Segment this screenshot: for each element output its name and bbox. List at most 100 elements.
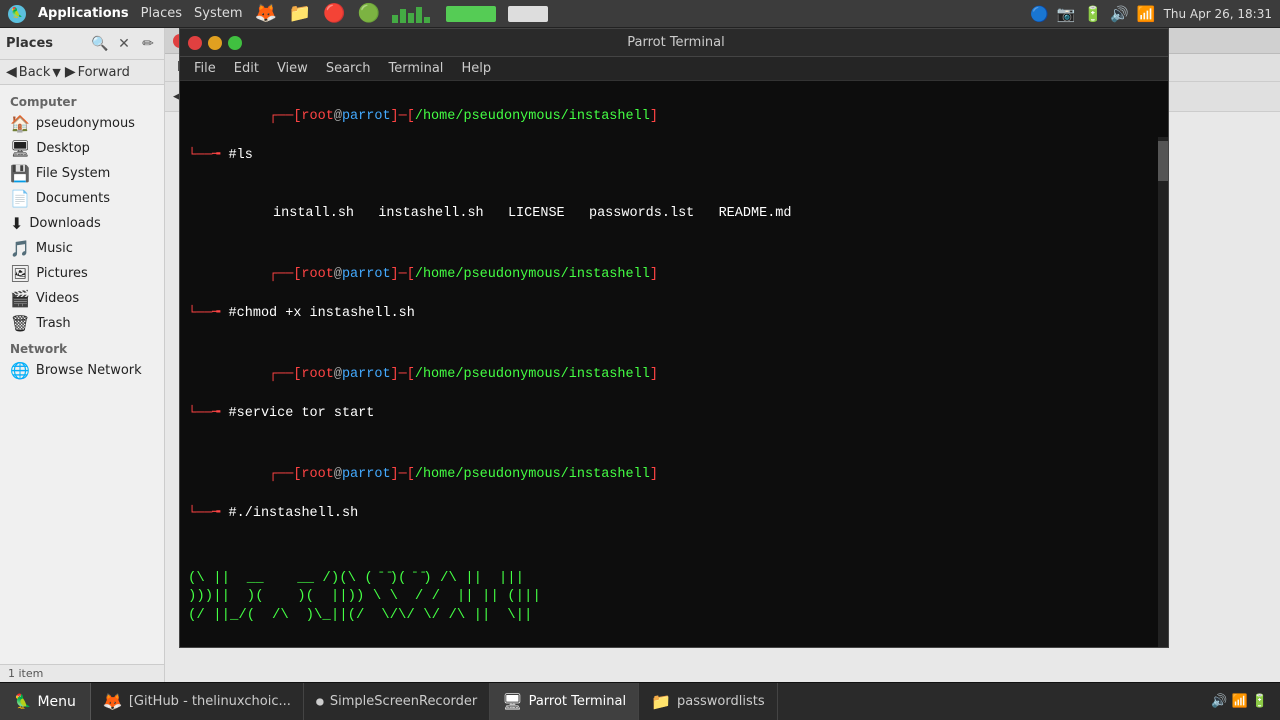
terminal-menu-file[interactable]: File bbox=[186, 59, 224, 78]
terminal-window: Parrot Terminal File Edit View Search Te… bbox=[179, 28, 1169, 648]
documents-label: Documents bbox=[36, 191, 110, 206]
terminal-line-3: ┌──[root@parrot]─[/home/pseudonymous/ins… bbox=[188, 246, 1160, 344]
recorder-taskbar-label: SimpleScreenRecorder bbox=[330, 694, 477, 709]
music-icon: 🎵 bbox=[10, 239, 30, 258]
browse-network-label: Browse Network bbox=[36, 363, 142, 378]
terminal-body[interactable]: ┌──[root@parrot]─[/home/pseudonymous/ins… bbox=[180, 81, 1168, 647]
sidebar-icons: 🔍 ✕ ✏ bbox=[90, 34, 158, 54]
system-bar-right: 🔵 📷 🔋 🔊 📶 Thu Apr 26, 18:31 bbox=[1030, 5, 1272, 23]
back-dropdown-icon[interactable]: ▼ bbox=[52, 66, 60, 79]
sidebar-edit-icon[interactable]: ✏ bbox=[138, 34, 158, 54]
sidebar-item-browse-network[interactable]: 🌐 Browse Network bbox=[0, 358, 164, 383]
taskbar-sys-icons: 🔊 📶 🔋 bbox=[1211, 694, 1268, 709]
sidebar: Places 🔍 ✕ ✏ ◀ Back ▼ ▶ Forward Computer… bbox=[0, 28, 165, 682]
terminal-art-block: (\/ || __|__ /)(\ (__) (__) /\ || ||| ))… bbox=[188, 646, 1160, 647]
terminal-scrollbar[interactable] bbox=[1158, 137, 1168, 647]
videos-label: Videos bbox=[36, 291, 79, 306]
sidebar-item-videos[interactable]: 🎬 Videos bbox=[0, 286, 164, 311]
taskbar-item-recorder[interactable]: ⏺ SimpleScreenRecorder bbox=[304, 683, 490, 720]
volume-icon: 🔊 bbox=[1110, 5, 1129, 23]
file-manager-main: passwordlists File Edit View Bookm. ◀ Ba… bbox=[165, 28, 1280, 682]
firefox-icon[interactable]: 🦊 bbox=[255, 3, 277, 24]
terminal-line-5: ┌──[root@parrot]─[/home/pseudonymous/ins… bbox=[188, 445, 1160, 543]
terminal-line-2: install.sh instashell.sh LICENSE passwor… bbox=[188, 185, 1160, 244]
terminal-menu-help[interactable]: Help bbox=[453, 59, 499, 78]
home-label: pseudonymous bbox=[36, 116, 135, 131]
mem-bar bbox=[446, 6, 496, 22]
folder-taskbar-icon: 📁 bbox=[651, 692, 671, 711]
terminal-taskbar-label: Parrot Terminal bbox=[529, 694, 627, 709]
computer-section-label: Computer bbox=[0, 89, 164, 111]
terminal-menu-edit[interactable]: Edit bbox=[226, 59, 267, 78]
places-menu[interactable]: Places bbox=[141, 6, 182, 21]
sidebar-title: Places bbox=[6, 36, 53, 51]
sidebar-nav: ◀ Back ▼ ▶ Forward bbox=[0, 60, 164, 85]
desktop-icon: 🖥 bbox=[10, 139, 30, 158]
sidebar-close-icon[interactable]: ✕ bbox=[114, 34, 134, 54]
filesystem-label: File System bbox=[36, 166, 110, 181]
parrot-icon[interactable]: 🔴 bbox=[323, 3, 345, 24]
terminal-menu-terminal[interactable]: Terminal bbox=[380, 59, 451, 78]
downloads-label: Downloads bbox=[29, 216, 100, 231]
main-layout: Places 🔍 ✕ ✏ ◀ Back ▼ ▶ Forward Computer… bbox=[0, 28, 1280, 682]
sidebar-item-desktop[interactable]: 🖥 Desktop bbox=[0, 136, 164, 161]
menu-icon: 🦜 bbox=[14, 694, 31, 710]
taskbar-menu-button[interactable]: 🦜 Menu bbox=[0, 683, 91, 720]
trash-icon: 🗑 bbox=[10, 314, 30, 333]
applications-menu[interactable]: Applications bbox=[38, 6, 129, 21]
downloads-icon: ⬇ bbox=[10, 214, 23, 233]
sidebar-toolbar: Places 🔍 ✕ ✏ bbox=[0, 28, 164, 60]
github-taskbar-icon: 🦊 bbox=[103, 692, 123, 711]
terminal-menu-view[interactable]: View bbox=[269, 59, 316, 78]
system-bar-left: 🦜 Applications Places System 🦊 📁 🔴 🟢 bbox=[8, 3, 548, 24]
sidebar-item-documents[interactable]: 📄 Documents bbox=[0, 186, 164, 211]
back-arrow-icon: ◀ bbox=[6, 64, 17, 80]
terminal-menu-search[interactable]: Search bbox=[318, 59, 379, 78]
taskbar-item-github[interactable]: 🦊 [GitHub - thelinuxchoic... bbox=[91, 683, 304, 720]
cpu-bars bbox=[392, 5, 430, 23]
sidebar-item-filesystem[interactable]: 💾 File System bbox=[0, 161, 164, 186]
sidebar-item-music[interactable]: 🎵 Music bbox=[0, 236, 164, 261]
back-label: Back bbox=[19, 65, 51, 80]
menu-label: Menu bbox=[37, 694, 75, 710]
terminal-minimize-button[interactable] bbox=[208, 36, 222, 50]
taskbar-item-terminal[interactable]: 🖥 Parrot Terminal bbox=[490, 683, 639, 720]
terminal-window-controls bbox=[188, 36, 242, 50]
system-menu[interactable]: System bbox=[194, 6, 242, 21]
trash-label: Trash bbox=[36, 316, 70, 331]
taskbar-item-passwordlists[interactable]: 📁 passwordlists bbox=[639, 683, 778, 720]
terminal-line-4: ┌──[root@parrot]─[/home/pseudonymous/ins… bbox=[188, 345, 1160, 443]
terminal-ascii-art: (\ || __ __ /)(\ ( ̄ ̄)( ̄ ̄) /\ || ||| … bbox=[188, 551, 1160, 642]
pictures-label: Pictures bbox=[36, 266, 87, 281]
sidebar-item-pictures[interactable]: 🖼 Pictures bbox=[0, 261, 164, 286]
sidebar-item-trash[interactable]: 🗑 Trash bbox=[0, 311, 164, 336]
taskbar: 🦜 Menu 🦊 [GitHub - thelinuxchoic... ⏺ Si… bbox=[0, 682, 1280, 720]
terminal-scrollbar-thumb[interactable] bbox=[1158, 141, 1168, 181]
file-manager-status: 1 item bbox=[0, 664, 164, 682]
chrome-icon[interactable]: 🟢 bbox=[358, 3, 380, 24]
forward-button[interactable]: ▶ Forward bbox=[65, 64, 130, 80]
documents-icon: 📄 bbox=[10, 189, 30, 208]
screenshot-icon: 📷 bbox=[1057, 5, 1076, 23]
terminal-maximize-button[interactable] bbox=[228, 36, 242, 50]
passwordlists-taskbar-label: passwordlists bbox=[677, 694, 765, 709]
files-icon[interactable]: 📁 bbox=[289, 3, 311, 24]
terminal-close-button[interactable] bbox=[188, 36, 202, 50]
terminal-menubar: File Edit View Search Terminal Help bbox=[180, 57, 1168, 81]
cpu-usage-bar bbox=[508, 6, 548, 22]
desktop-label: Desktop bbox=[36, 141, 90, 156]
sidebar-search-icon[interactable]: 🔍 bbox=[90, 34, 110, 54]
network-section-label: Network bbox=[0, 336, 164, 358]
pictures-icon: 🖼 bbox=[10, 264, 30, 283]
terminal-titlebar: Parrot Terminal bbox=[180, 29, 1168, 57]
taskbar-right-area: 🔊 📶 🔋 bbox=[1199, 694, 1280, 709]
forward-arrow-icon: ▶ bbox=[65, 64, 76, 80]
sidebar-item-home[interactable]: 🏠 pseudonymous bbox=[0, 111, 164, 136]
sidebar-item-downloads[interactable]: ⬇ Downloads bbox=[0, 211, 164, 236]
datetime: Thu Apr 26, 18:31 bbox=[1164, 7, 1272, 21]
home-icon: 🏠 bbox=[10, 114, 30, 133]
back-button[interactable]: ◀ Back ▼ bbox=[6, 64, 61, 80]
parrot-logo: 🦜 bbox=[8, 5, 26, 23]
battery-icon: 🔋 bbox=[1084, 5, 1103, 23]
filesystem-icon: 💾 bbox=[10, 164, 30, 183]
